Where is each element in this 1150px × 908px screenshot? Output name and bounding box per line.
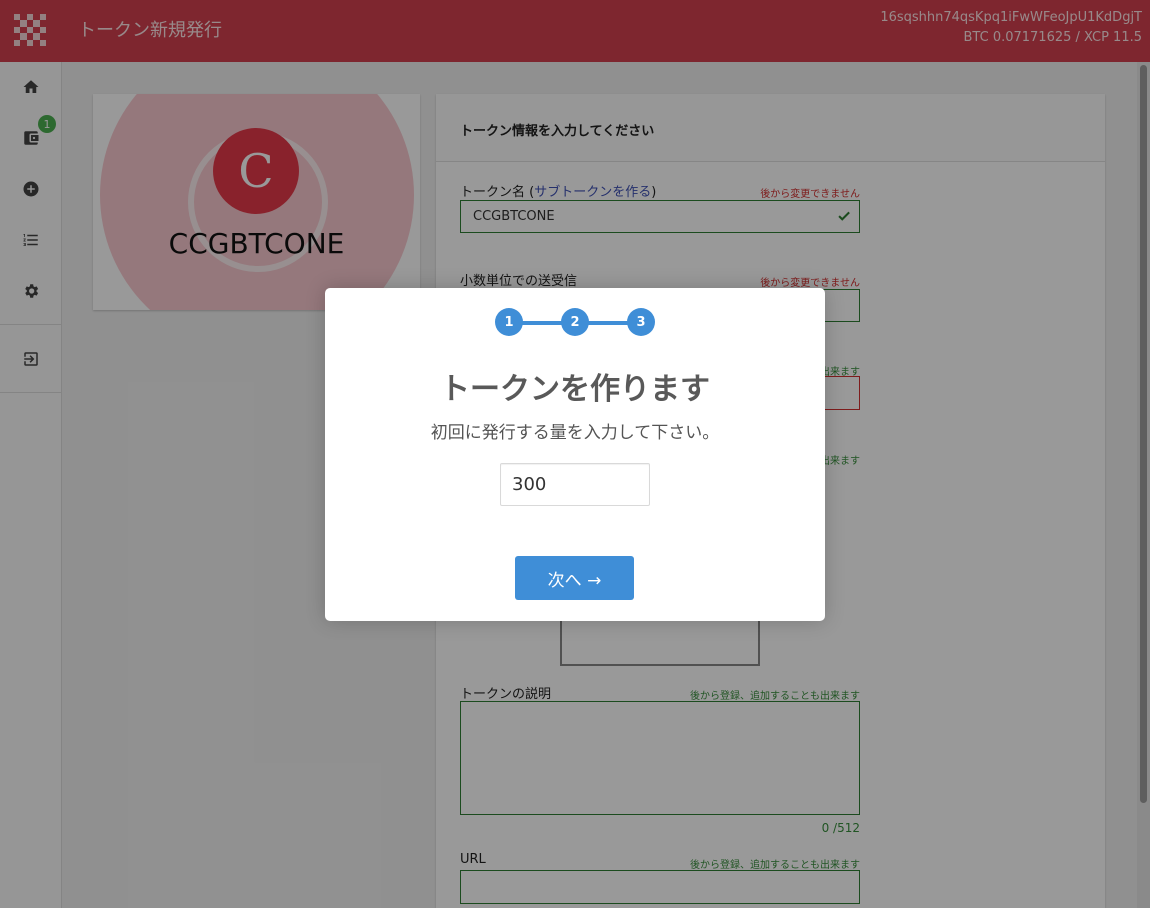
modal-title: トークンを作ります <box>440 372 710 407</box>
step-3: 3 <box>627 308 655 336</box>
step-indicator: 1 2 3 <box>495 308 655 336</box>
issue-amount-input[interactable]: 300 <box>500 463 650 506</box>
step-1: 1 <box>495 308 523 336</box>
next-button[interactable]: 次へ → <box>515 556 634 600</box>
modal-text: 初回に発行する量を入力して下さい。 <box>430 423 720 443</box>
step-2: 2 <box>561 308 589 336</box>
issue-token-modal: 1 2 3 トークンを作ります 初回に発行する量を入力して下さい。 300 次へ… <box>325 288 825 621</box>
